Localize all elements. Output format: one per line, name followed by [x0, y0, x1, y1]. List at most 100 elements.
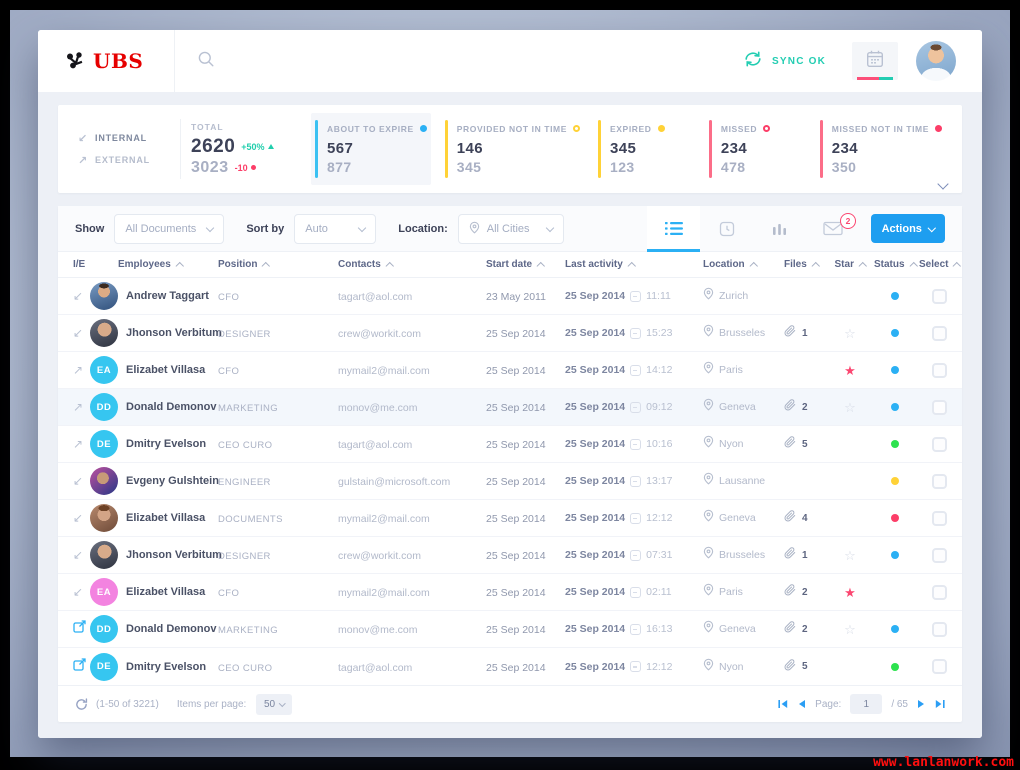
- column-header-last-activity[interactable]: Last activity: [565, 259, 636, 270]
- contact-email[interactable]: monov@me.com: [338, 624, 418, 636]
- column-header-status[interactable]: Status: [874, 259, 918, 270]
- contact-email[interactable]: crew@workit.com: [338, 550, 421, 562]
- table-row[interactable]: ↙ Andrew Taggart CFO tagart@aol.com 23 M…: [58, 278, 962, 315]
- table-row[interactable]: ↗ DE Dmitry Evelson CEO CURO tagart@aol.…: [58, 426, 962, 463]
- table-row[interactable]: ↙ Evgeny Gulshtein ENGINEER gulstain@mic…: [58, 463, 962, 500]
- column-header-select[interactable]: Select: [919, 259, 962, 270]
- column-header-contacts[interactable]: Contacts: [338, 259, 486, 270]
- employee-name[interactable]: Dmitry Evelson: [126, 438, 206, 450]
- mail-view-tab[interactable]: 2: [806, 206, 859, 251]
- star-icon[interactable]: ☆: [844, 549, 856, 562]
- first-page-button[interactable]: [778, 699, 788, 709]
- stat-tile-provided-not-in-time[interactable]: PROVIDED NOT IN TIME 146 345: [441, 113, 584, 185]
- contact-email[interactable]: tagart@aol.com: [338, 291, 412, 303]
- actions-button[interactable]: Actions: [871, 214, 945, 243]
- column-header-employees[interactable]: Employees: [118, 259, 184, 270]
- table-row[interactable]: ↗ DD Donald Demonov MARKETING monov@me.c…: [58, 389, 962, 426]
- status-dot: [891, 403, 899, 411]
- row-checkbox[interactable]: [932, 621, 947, 637]
- row-checkbox[interactable]: [932, 510, 947, 526]
- ubs-logo[interactable]: UBS: [38, 30, 175, 92]
- employee-position: CFO: [218, 292, 240, 303]
- list-view-tab[interactable]: [647, 206, 700, 252]
- row-checkbox[interactable]: [932, 288, 947, 304]
- sync-status[interactable]: SYNC OK: [743, 50, 826, 73]
- prev-page-button[interactable]: [797, 699, 806, 709]
- calendar-button[interactable]: [852, 42, 898, 80]
- table-row[interactable]: ↙ EA Elizabet Villasa CFO mymail2@mail.c…: [58, 574, 962, 611]
- paperclip-icon: [784, 509, 796, 527]
- employee-name[interactable]: Evgeny Gulshtein: [126, 475, 219, 487]
- employee-name[interactable]: Andrew Taggart: [126, 290, 209, 302]
- employee-name[interactable]: Dmitry Evelson: [126, 661, 206, 673]
- table-row[interactable]: DD Donald Demonov MARKETING monov@me.com…: [58, 611, 962, 648]
- profile-avatar[interactable]: [916, 41, 956, 81]
- contact-email[interactable]: mymail2@mail.com: [338, 587, 430, 599]
- column-header-start-date[interactable]: Start date: [486, 259, 565, 270]
- last-page-button[interactable]: [935, 699, 945, 709]
- table-row[interactable]: ↙ Elizabet Villasa DOCUMENTS mymail2@mai…: [58, 500, 962, 537]
- files-count: 1: [802, 327, 808, 339]
- sort-dropdown[interactable]: Auto: [294, 213, 377, 244]
- contact-email[interactable]: tagart@aol.com: [338, 662, 412, 674]
- external-legend[interactable]: ↗ EXTERNAL: [78, 154, 170, 167]
- column-header-location[interactable]: Location: [703, 259, 758, 270]
- row-checkbox[interactable]: [932, 325, 947, 341]
- employee-name[interactable]: Elizabet Villasa: [126, 586, 205, 598]
- table-toolbar: Show All Documents Sort by Auto Location…: [58, 206, 962, 252]
- internal-legend[interactable]: ↙ INTERNAL: [78, 132, 170, 145]
- contact-email[interactable]: gulstain@microsoft.com: [338, 476, 450, 488]
- last-activity-date: 25 Sep 2014: [565, 438, 626, 450]
- start-date: 25 Sep 2014: [486, 513, 546, 525]
- row-checkbox[interactable]: [932, 436, 947, 452]
- location-dropdown[interactable]: All Cities: [457, 213, 564, 244]
- star-icon[interactable]: ☆: [844, 327, 856, 340]
- stats-expand-button[interactable]: [937, 175, 949, 190]
- star-icon[interactable]: ☆: [844, 623, 856, 636]
- documents-filter-dropdown[interactable]: All Documents: [114, 213, 225, 244]
- search-button[interactable]: [197, 50, 215, 73]
- next-page-button[interactable]: [917, 699, 926, 709]
- employee-name[interactable]: Donald Demonov: [126, 623, 216, 635]
- stat-tile-missed-not-in-time[interactable]: MISSED NOT IN TIME 234 350: [816, 113, 946, 185]
- refresh-button[interactable]: [75, 697, 88, 711]
- employee-avatar: DD: [90, 615, 118, 643]
- employee-position: CEO CURO: [218, 662, 273, 674]
- contact-email[interactable]: crew@workit.com: [338, 328, 421, 340]
- row-checkbox[interactable]: [932, 584, 947, 600]
- history-view-tab[interactable]: [700, 206, 753, 251]
- table-row[interactable]: ↙ Jhonson Verbitum DESIGNER crew@workit.…: [58, 537, 962, 574]
- column-header-star[interactable]: Star: [835, 259, 867, 270]
- column-header-files[interactable]: Files: [784, 259, 820, 270]
- table-row[interactable]: ↙ Jhonson Verbitum DESIGNER crew@workit.…: [58, 315, 962, 352]
- column-header-position[interactable]: Position: [218, 259, 338, 270]
- row-checkbox[interactable]: [932, 362, 947, 378]
- stat-tile-expired[interactable]: EXPIRED 345 123: [594, 113, 695, 185]
- row-checkbox[interactable]: [932, 659, 947, 674]
- contact-email[interactable]: monov@me.com: [338, 402, 418, 414]
- chart-view-tab[interactable]: [753, 206, 806, 251]
- stat-tile-about-to-expire[interactable]: ABOUT TO EXPIRE 567 877: [311, 113, 431, 185]
- status-dot: [891, 329, 899, 337]
- tile-label: MISSED NOT IN TIME: [831, 123, 929, 134]
- items-per-page-select[interactable]: 50: [256, 693, 293, 715]
- employee-name[interactable]: Elizabet Villasa: [126, 512, 205, 524]
- star-icon[interactable]: ★: [844, 586, 856, 599]
- contact-email[interactable]: mymail2@mail.com: [338, 513, 430, 525]
- employee-name[interactable]: Elizabet Villasa: [126, 364, 205, 376]
- star-icon[interactable]: ★: [844, 364, 856, 377]
- employee-name[interactable]: Jhonson Verbitum: [126, 327, 222, 339]
- contact-email[interactable]: tagart@aol.com: [338, 439, 412, 451]
- employee-name[interactable]: Jhonson Verbitum: [126, 549, 222, 561]
- table-row[interactable]: DE Dmitry Evelson CEO CURO tagart@aol.co…: [58, 648, 962, 685]
- row-checkbox[interactable]: [932, 473, 947, 489]
- stat-tile-missed[interactable]: MISSED 234 478: [705, 113, 806, 185]
- page-input[interactable]: 1: [850, 694, 883, 714]
- employee-name[interactable]: Donald Demonov: [126, 401, 216, 413]
- table-row[interactable]: ↗ EA Elizabet Villasa CFO mymail2@mail.c…: [58, 352, 962, 389]
- tile-value-top: 146: [456, 139, 484, 157]
- row-checkbox[interactable]: [932, 399, 947, 415]
- star-icon[interactable]: ☆: [844, 401, 856, 414]
- contact-email[interactable]: mymail2@mail.com: [338, 365, 430, 377]
- row-checkbox[interactable]: [932, 547, 947, 563]
